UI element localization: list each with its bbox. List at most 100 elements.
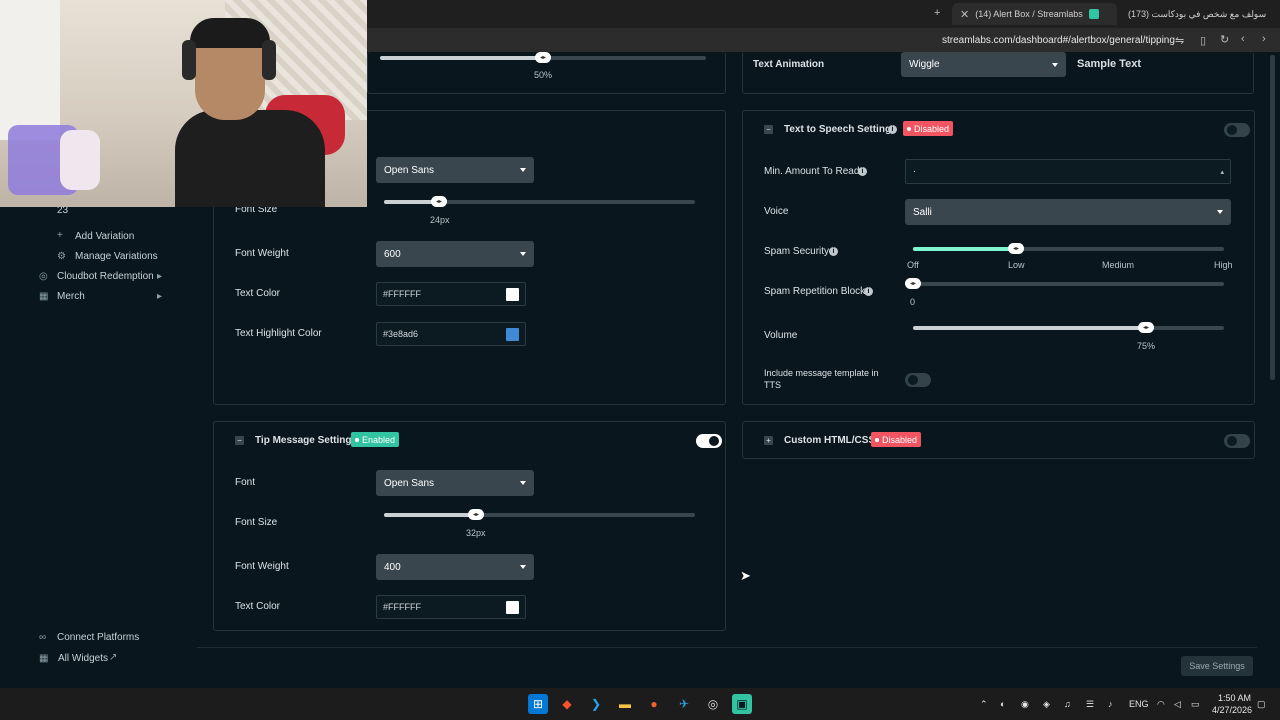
slider-handle-icon[interactable]: ◂▸ [1138, 322, 1154, 333]
windows-start-icon[interactable]: ⊞ [528, 694, 548, 714]
slider-handle-icon[interactable]: ◂▸ [535, 52, 551, 63]
chevron-down-icon [1217, 210, 1223, 214]
new-tab-icon[interactable]: + [934, 7, 940, 19]
spam-security-slider[interactable]: ◂▸ [913, 243, 1224, 254]
tab-podcast[interactable]: (173) سولف مع شخص في بودكاست [1120, 3, 1280, 25]
tab-label: (14) Alert Box / Streamlabs [975, 9, 1083, 19]
save-settings-button[interactable]: Save Settings [1181, 656, 1253, 676]
manage-variations-link[interactable]: Manage Variations [75, 251, 158, 262]
grid-icon: ▦ [39, 653, 49, 664]
expand-icon[interactable]: + [764, 436, 773, 445]
status-text: Disabled [882, 434, 918, 445]
tip-text-color-input[interactable]: #FFFFFF [376, 595, 526, 619]
tip-font-size-slider[interactable]: ◂▸ [384, 509, 695, 520]
spam-repetition-value: 0 [910, 297, 916, 307]
connect-platforms-link[interactable]: Connect Platforms [57, 632, 139, 643]
all-widgets-link[interactable]: All Widgets [58, 653, 108, 664]
status-badge: Disabled [871, 432, 922, 447]
tray-grid-icon[interactable]: ☰ [1086, 699, 1094, 710]
min-amount-label: Min. Amount To Read [764, 166, 860, 177]
chevron-up-icon[interactable]: ⌃ [980, 699, 988, 710]
close-tab-icon[interactable]: ✕ [960, 8, 969, 21]
scrollbar[interactable] [1270, 55, 1275, 380]
obs-icon[interactable]: ◎ [703, 694, 723, 714]
notification-icon[interactable]: ▢ [1257, 699, 1266, 710]
tray-steam-icon[interactable]: ◉ [1021, 699, 1029, 710]
info-icon[interactable]: i [864, 287, 873, 296]
slider-handle-icon[interactable]: ◂▸ [468, 509, 484, 520]
back-icon[interactable]: ‹ [1241, 33, 1245, 45]
wifi-icon[interactable]: ◠ [1157, 699, 1165, 710]
name-font-select[interactable]: Open Sans [376, 157, 534, 183]
merch-link[interactable]: Merch [57, 291, 85, 302]
custom-html-toggle[interactable] [1224, 434, 1250, 448]
include-template-toggle[interactable] [905, 373, 931, 387]
name-font-weight-select[interactable]: 600 [376, 241, 534, 267]
name-text-color-label: Text Color [235, 288, 281, 299]
custom-html-title: Custom HTML/CSS [784, 435, 876, 446]
tip-font-weight-select[interactable]: 400 [376, 554, 534, 580]
voice-value: Salli [913, 206, 932, 218]
voice-label: Voice [764, 206, 789, 217]
tip-font-select[interactable]: Open Sans [376, 470, 534, 496]
cloudbot-redemption-link[interactable]: Cloudbot Redemption [57, 271, 154, 282]
stepper-up-icon[interactable]: ▴ [1220, 168, 1224, 176]
battery-icon[interactable]: ▭ [1191, 699, 1200, 710]
name-font-size-slider[interactable]: ◂▸ [384, 196, 695, 207]
info-icon[interactable]: i [829, 247, 838, 256]
slider-handle-icon[interactable]: ◂▸ [1008, 243, 1024, 254]
tab-alert-box[interactable]: ✕ (14) Alert Box / Streamlabs [952, 3, 1117, 25]
language-indicator[interactable]: ENG [1129, 699, 1149, 709]
clock-time[interactable]: 1:50 AM [1218, 693, 1251, 703]
url-field[interactable]: streamlabs.com/dashboard#/alertbox/gener… [942, 35, 1175, 46]
text-animation-value: Wiggle [909, 59, 940, 70]
collapse-icon[interactable]: − [235, 436, 244, 445]
color-swatch[interactable] [506, 600, 519, 614]
site-settings-icon[interactable]: ⇋ [1175, 34, 1184, 47]
telegram-icon[interactable]: ✈ [674, 694, 694, 714]
slider-handle-icon[interactable]: ◂▸ [431, 196, 447, 207]
tip-message-toggle[interactable] [696, 434, 722, 448]
color-swatch[interactable] [506, 327, 519, 341]
reload-icon[interactable]: ↻ [1220, 33, 1229, 46]
microphone-icon[interactable]: ♪ [1108, 699, 1113, 709]
streamlabs-icon[interactable]: ▣ [732, 694, 752, 714]
info-icon[interactable]: i [888, 125, 897, 134]
color-swatch[interactable] [506, 287, 519, 301]
text-animation-select[interactable]: Wiggle [901, 52, 1066, 77]
spam-security-label: Spam Security [764, 246, 830, 257]
brave-browser-icon[interactable]: ◆ [557, 694, 577, 714]
name-text-color-input[interactable]: #FFFFFF [376, 282, 526, 306]
min-amount-value: ٠ [912, 166, 917, 176]
tray-shield-icon[interactable]: ◈ [1043, 699, 1050, 710]
min-amount-input[interactable]: ٠ ▴ [905, 159, 1231, 184]
app-icon[interactable]: ● [644, 694, 664, 714]
collapse-icon[interactable]: − [764, 125, 773, 134]
text-highlight-color-input[interactable]: #3e8ad6 [376, 322, 526, 346]
tray-audio-icon[interactable]: ♫ [1064, 699, 1071, 709]
tts-title: Text to Speech Settings [784, 124, 897, 135]
file-explorer-icon[interactable]: ▬ [615, 694, 635, 714]
spam-repetition-slider[interactable]: ◂▸ [905, 278, 1224, 289]
link-icon: ∞ [39, 632, 47, 643]
volume-slider[interactable]: ◂▸ [913, 322, 1224, 333]
voice-select[interactable]: Salli [905, 199, 1231, 225]
add-variation-link[interactable]: Add Variation [75, 231, 134, 242]
vscode-icon[interactable]: ❯ [586, 694, 606, 714]
volume-icon[interactable]: ◁ [1174, 699, 1181, 710]
volume-label: Volume [764, 330, 798, 341]
bookmark-icon[interactable]: ▯ [1200, 34, 1206, 47]
text-highlight-color-value: #3e8ad6 [383, 329, 419, 339]
tip-font-size-value: 32px [466, 528, 486, 538]
clock-date[interactable]: 4/27/2026 [1212, 705, 1252, 715]
tts-toggle[interactable] [1224, 123, 1250, 137]
tip-text-color-value: #FFFFFF [383, 602, 421, 612]
chevron-down-icon [520, 168, 526, 172]
tray-app-icon[interactable]: ◐ [1000, 699, 1005, 709]
name-font-weight-value: 600 [384, 248, 401, 260]
forward-icon[interactable]: › [1262, 33, 1266, 45]
slider-handle-icon[interactable]: ◂▸ [905, 278, 921, 289]
opacity-slider[interactable]: ◂▸ [380, 52, 706, 63]
status-text: Disabled [914, 123, 950, 134]
info-icon[interactable]: i [858, 167, 867, 176]
